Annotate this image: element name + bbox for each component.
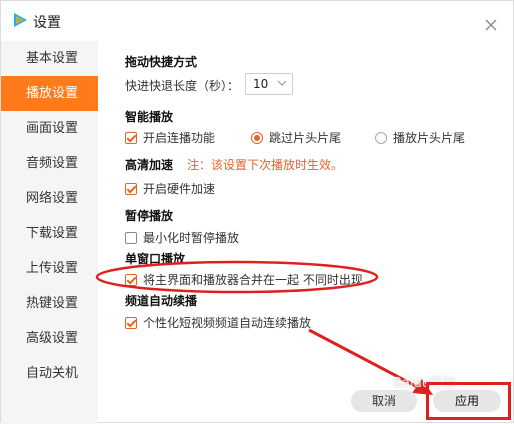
channel-auto-continue-label: 个性化短视频频道自动连续播放: [143, 316, 312, 330]
apply-button[interactable]: 应用: [433, 390, 501, 412]
playback-settings-panel: 拖动快捷方式 快进快退长度（秒）： 智能播放 开启连播功能 跳过片头片尾 播放片…: [125, 1, 505, 424]
play-intro-label: 播放片头片尾: [393, 131, 466, 145]
play-intro-radio[interactable]: [375, 131, 387, 144]
play-intro-option[interactable]: 播放片头片尾: [375, 129, 465, 146]
sidebar-item-basic[interactable]: 基本设置: [1, 41, 98, 76]
section-title-smart-play: 智能播放: [125, 110, 174, 124]
tencent-video-logo-icon: [14, 13, 27, 27]
watermark: Baidu经验: [393, 376, 456, 391]
section-title-shortcut: 拖动快捷方式: [125, 55, 198, 69]
seek-length-label: 快进快退长度（秒）：: [125, 79, 240, 93]
channel-auto-continue-option[interactable]: 个性化短视频频道自动连续播放: [125, 314, 311, 331]
hd-notice: 注：该设置下次播放时生效。: [187, 158, 344, 172]
skip-intro-label: 跳过片头片尾: [269, 131, 342, 145]
skip-intro-option[interactable]: 跳过片头片尾: [251, 129, 341, 146]
sidebar-item-playback[interactable]: 播放设置: [1, 76, 98, 111]
hw-accel-checkbox[interactable]: [125, 182, 137, 195]
merge-window-option[interactable]: 将主界面和播放器合并在一起 不同时出现: [125, 271, 363, 288]
section-title-channel-continue: 频道自动续播: [125, 294, 198, 308]
chevron-down-icon: [277, 80, 287, 86]
window-title: 设置: [33, 15, 61, 31]
hw-accel-label: 开启硬件加速: [143, 182, 216, 196]
sidebar-item-network[interactable]: 网络设置: [1, 181, 98, 216]
hw-accel-option[interactable]: 开启硬件加速: [125, 180, 215, 197]
minimize-pause-label: 最小化时暂停播放: [143, 231, 240, 245]
seek-length-select[interactable]: 10: [245, 73, 293, 95]
settings-sidebar: 基本设置 播放设置 画面设置 音频设置 网络设置 下载设置 上传设置 热键设置 …: [1, 41, 98, 424]
sidebar-item-auto-shutdown[interactable]: 自动关机: [1, 356, 98, 391]
continuous-play-checkbox[interactable]: [125, 131, 137, 144]
section-title-hd-accel: 高清加速: [125, 158, 174, 172]
sidebar-item-advanced[interactable]: 高级设置: [1, 321, 98, 356]
section-title-pause: 暂停播放: [125, 209, 174, 223]
merge-window-label: 将主界面和播放器合并在一起 不同时出现: [143, 273, 363, 287]
continuous-play-label: 开启连播功能: [143, 131, 216, 145]
merge-window-checkbox[interactable]: [125, 273, 137, 286]
settings-window: 设置 基本设置 播放设置 画面设置 音频设置 网络设置 下载设置 上传设置 热键…: [0, 0, 514, 424]
cancel-button[interactable]: 取消: [351, 390, 417, 412]
sidebar-item-upload[interactable]: 上传设置: [1, 251, 98, 286]
channel-auto-continue-checkbox[interactable]: [125, 316, 137, 329]
continuous-play-option[interactable]: 开启连播功能: [125, 129, 215, 146]
sidebar-item-hotkeys[interactable]: 热键设置: [1, 286, 98, 321]
sidebar-item-picture[interactable]: 画面设置: [1, 111, 98, 146]
skip-intro-radio[interactable]: [251, 131, 263, 144]
sidebar-item-audio[interactable]: 音频设置: [1, 146, 98, 181]
minimize-pause-checkbox[interactable]: [125, 231, 137, 244]
hd-section-header: 高清加速 注：该设置下次播放时生效。: [125, 156, 343, 173]
seek-length-value: 10: [253, 77, 269, 91]
minimize-pause-option[interactable]: 最小化时暂停播放: [125, 229, 239, 246]
section-title-single-window: 单窗口播放: [125, 252, 186, 266]
sidebar-item-download[interactable]: 下载设置: [1, 216, 98, 251]
